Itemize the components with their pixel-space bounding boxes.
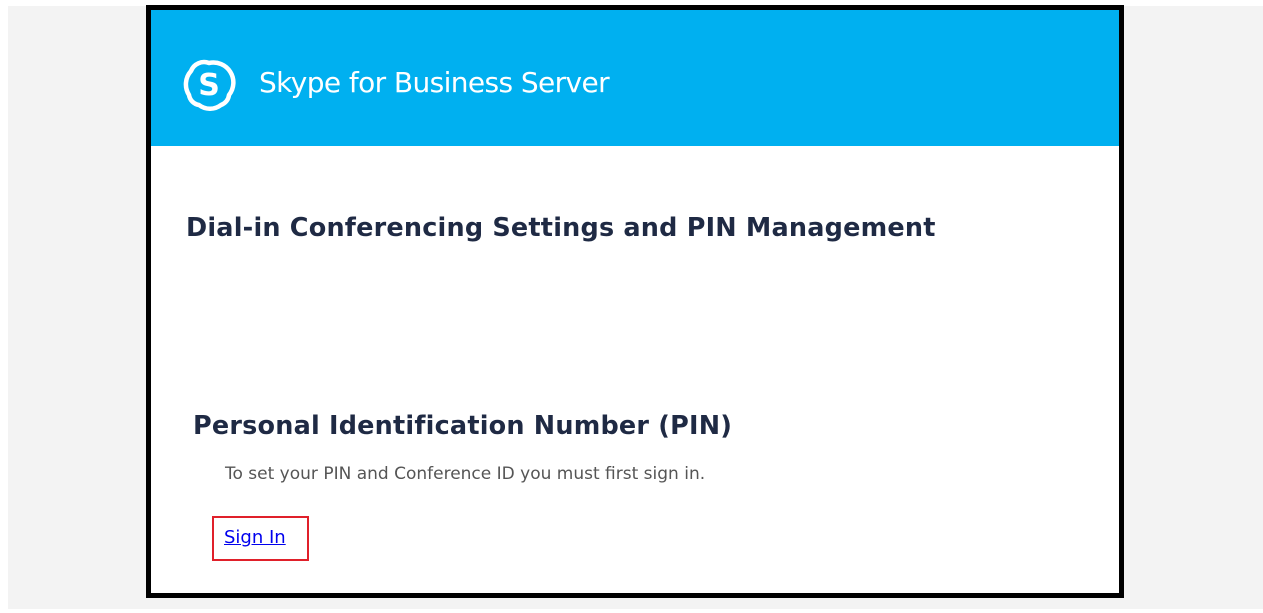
svg-text:S: S <box>198 68 220 103</box>
pin-instructions: To set your PIN and Conference ID you mu… <box>225 464 706 484</box>
product-name: Skype for Business Server <box>259 66 610 99</box>
skype-icon: S <box>183 59 236 111</box>
browser-page-frame: S Skype for Business Server Dial-in Conf… <box>146 5 1124 598</box>
pin-section-title: Personal Identification Number (PIN) <box>193 411 733 441</box>
page-title: Dial-in Conferencing Settings and PIN Ma… <box>186 213 936 243</box>
sign-in-link[interactable]: Sign In <box>224 526 286 550</box>
brand-header: S Skype for Business Server <box>151 10 1119 146</box>
sign-in-highlight-box: Sign In <box>212 516 309 561</box>
page-content: S Skype for Business Server Dial-in Conf… <box>151 10 1119 593</box>
